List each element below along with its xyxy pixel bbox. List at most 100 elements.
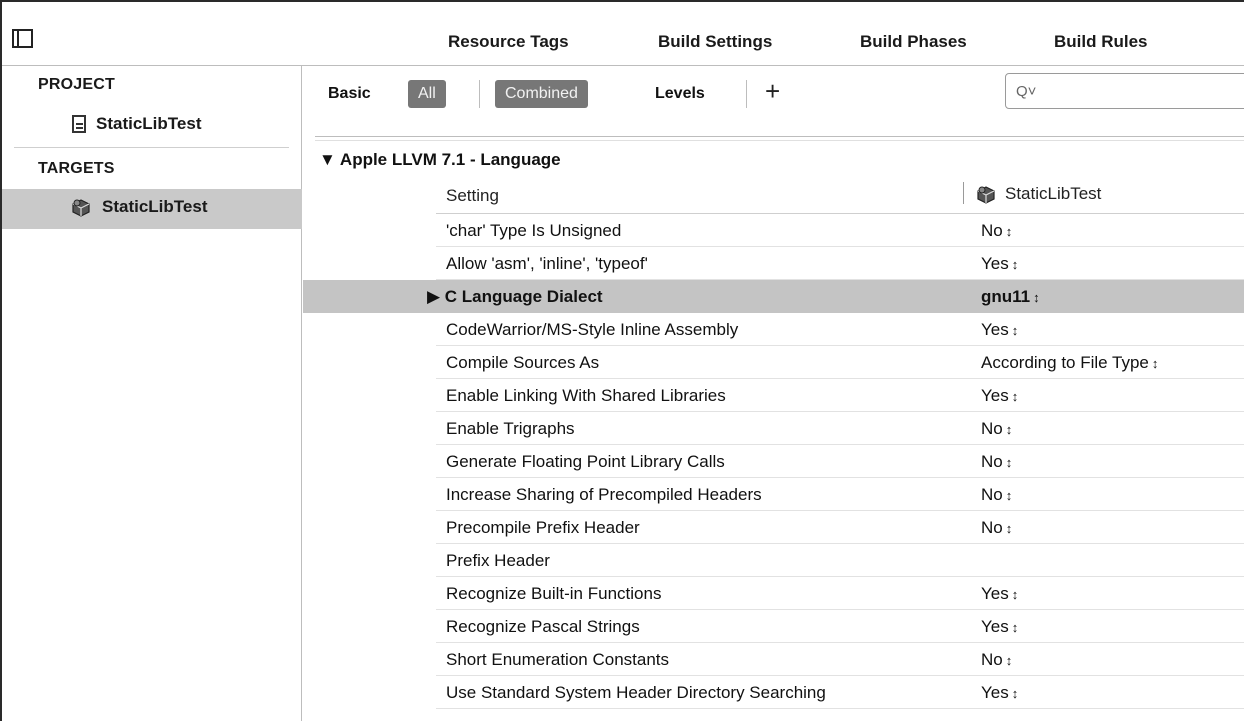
setting-name: ▶ C Language Dialect: [427, 287, 603, 306]
setting-value-popup[interactable]: Yes ↕: [981, 320, 1018, 340]
setting-value: Yes: [981, 254, 1009, 273]
filter-basic-button[interactable]: Basic: [328, 80, 371, 108]
column-target-label[interactable]: StaticLibTest: [975, 184, 1101, 204]
settings-search-field[interactable]: Q˅: [1005, 73, 1244, 109]
filter-combined-button[interactable]: Combined: [495, 80, 588, 108]
setting-value-popup[interactable]: Yes ↕: [981, 386, 1018, 406]
setting-name: Increase Sharing of Precompiled Headers: [446, 485, 762, 504]
popup-stepper-icon: ↕: [1005, 223, 1013, 239]
filter-all-button[interactable]: All: [408, 80, 446, 108]
setting-name: Enable Trigraphs: [446, 419, 575, 438]
setting-name: Short Enumeration Constants: [446, 650, 670, 669]
popup-stepper-icon: ↕: [1151, 355, 1159, 371]
filter-divider: [746, 80, 747, 108]
setting-value: Yes: [981, 683, 1009, 702]
table-row[interactable]: Generate Floating Point Library Calls No ↕: [436, 445, 1244, 478]
setting-value-popup[interactable]: No ↕: [981, 419, 1012, 439]
popup-stepper-icon: ↕: [1011, 586, 1019, 602]
setting-value-popup[interactable]: No ↕: [981, 485, 1012, 505]
setting-name: CodeWarrior/MS-Style Inline Assembly: [446, 320, 739, 339]
filter-divider: [479, 80, 480, 108]
setting-value-popup[interactable]: gnu11 ↕: [981, 287, 1040, 307]
setting-value: No: [981, 452, 1003, 471]
tab-build-phases[interactable]: Build Phases: [860, 32, 967, 52]
build-settings-editor: Basic All Combined Levels + Q˅ ▼ Apple L…: [303, 66, 1244, 721]
setting-value: Yes: [981, 320, 1009, 339]
content-divider: [315, 140, 1244, 141]
setting-value-popup[interactable]: Yes ↕: [981, 683, 1018, 703]
table-row[interactable]: CodeWarrior/MS-Style Inline Assembly Yes ↕: [436, 313, 1244, 346]
setting-value-popup[interactable]: No ↕: [981, 650, 1012, 670]
targets-heading: TARGETS: [38, 160, 115, 177]
setting-value: No: [981, 221, 1003, 240]
sidebar-toggle-icon[interactable]: [12, 29, 33, 48]
table-row[interactable]: Recognize Built-in Functions Yes ↕: [436, 577, 1244, 610]
setting-name: Use Standard System Header Directory Sea…: [446, 683, 826, 702]
popup-stepper-icon: ↕: [1005, 454, 1013, 470]
tab-build-rules[interactable]: Build Rules: [1054, 32, 1148, 52]
setting-name: Recognize Pascal Strings: [446, 617, 640, 636]
setting-value: Yes: [981, 617, 1009, 636]
table-row[interactable]: Use Standard System Header Directory Sea…: [436, 676, 1244, 709]
table-row[interactable]: Prefix Header: [436, 544, 1244, 577]
setting-value: gnu11: [981, 287, 1031, 306]
popup-stepper-icon: ↕: [1011, 685, 1019, 701]
editor-tab-bar: Resource Tags Build Settings Build Phase…: [2, 2, 1244, 66]
setting-value-popup[interactable]: Yes ↕: [981, 617, 1018, 637]
content-divider: [315, 136, 1244, 137]
project-navigator: PROJECT StaticLibTest TARGETS StaticLibT…: [2, 66, 302, 721]
setting-value: No: [981, 650, 1003, 669]
table-row[interactable]: 'char' Type Is Unsigned No ↕: [436, 214, 1244, 247]
column-setting-label[interactable]: Setting: [446, 186, 499, 206]
table-row[interactable]: Increase Sharing of Precompiled Headers N…: [436, 478, 1244, 511]
setting-value: No: [981, 518, 1003, 537]
setting-value: No: [981, 419, 1003, 438]
section-disclosure-title[interactable]: ▼ Apple LLVM 7.1 - Language: [319, 150, 561, 170]
popup-stepper-icon: ↕: [1005, 421, 1013, 437]
settings-filter-bar: Basic All Combined Levels + Q˅: [303, 66, 1244, 126]
column-divider[interactable]: [963, 182, 964, 204]
setting-name: Precompile Prefix Header: [446, 518, 640, 537]
table-row[interactable]: Compile Sources As According to File Type…: [436, 346, 1244, 379]
tab-resource-tags[interactable]: Resource Tags: [448, 32, 569, 52]
table-row[interactable]: Recognize Pascal Strings Yes ↕: [436, 610, 1244, 643]
sidebar-divider: [14, 147, 289, 148]
popup-stepper-icon: ↕: [1011, 322, 1019, 338]
setting-name: Compile Sources As: [446, 353, 600, 372]
table-row[interactable]: Short Enumeration Constants No ↕: [436, 643, 1244, 676]
setting-name: 'char' Type Is Unsigned: [446, 221, 622, 240]
column-target-name: StaticLibTest: [1005, 184, 1102, 203]
setting-name: Allow 'asm', 'inline', 'typeof': [446, 254, 648, 273]
table-row[interactable]: Precompile Prefix Header No ↕: [436, 511, 1244, 544]
table-row[interactable]: Enable Linking With Shared Libraries Yes ↕: [436, 379, 1244, 412]
library-target-icon: [977, 186, 995, 204]
popup-stepper-icon: ↕: [1011, 388, 1019, 404]
popup-stepper-icon: ↕: [1033, 289, 1040, 305]
setting-value-popup[interactable]: No ↕: [981, 221, 1012, 241]
setting-value-popup[interactable]: No ↕: [981, 452, 1012, 472]
add-setting-icon[interactable]: +: [765, 76, 780, 107]
setting-value-popup[interactable]: According to File Type ↕: [981, 353, 1158, 373]
setting-value-popup[interactable]: No ↕: [981, 518, 1012, 538]
settings-column-header: Setting StaticLibTest: [436, 174, 1244, 214]
sidebar-item-project[interactable]: StaticLibTest: [72, 114, 201, 134]
project-file-icon: [72, 115, 86, 133]
setting-value: According to File Type: [981, 353, 1149, 372]
library-target-icon: [72, 199, 90, 217]
setting-name: Generate Floating Point Library Calls: [446, 452, 725, 471]
popup-stepper-icon: ↕: [1005, 520, 1013, 536]
setting-value: Yes: [981, 386, 1009, 405]
table-row[interactable]: ▶ C Language Dialect gnu11 ↕: [303, 280, 1244, 313]
filter-levels-button[interactable]: Levels: [655, 80, 705, 108]
tab-build-settings[interactable]: Build Settings: [658, 32, 772, 52]
popup-stepper-icon: ↕: [1011, 619, 1019, 635]
setting-value: No: [981, 485, 1003, 504]
table-row[interactable]: Allow 'asm', 'inline', 'typeof' Yes ↕: [436, 247, 1244, 280]
setting-value-popup[interactable]: Yes ↕: [981, 584, 1018, 604]
setting-value-popup[interactable]: Yes ↕: [981, 254, 1018, 274]
sidebar-item-target[interactable]: StaticLibTest: [70, 197, 207, 217]
setting-value: Yes: [981, 584, 1009, 603]
table-row[interactable]: Enable Trigraphs No ↕: [436, 412, 1244, 445]
project-heading: PROJECT: [38, 76, 115, 93]
setting-name: Prefix Header: [446, 551, 550, 570]
